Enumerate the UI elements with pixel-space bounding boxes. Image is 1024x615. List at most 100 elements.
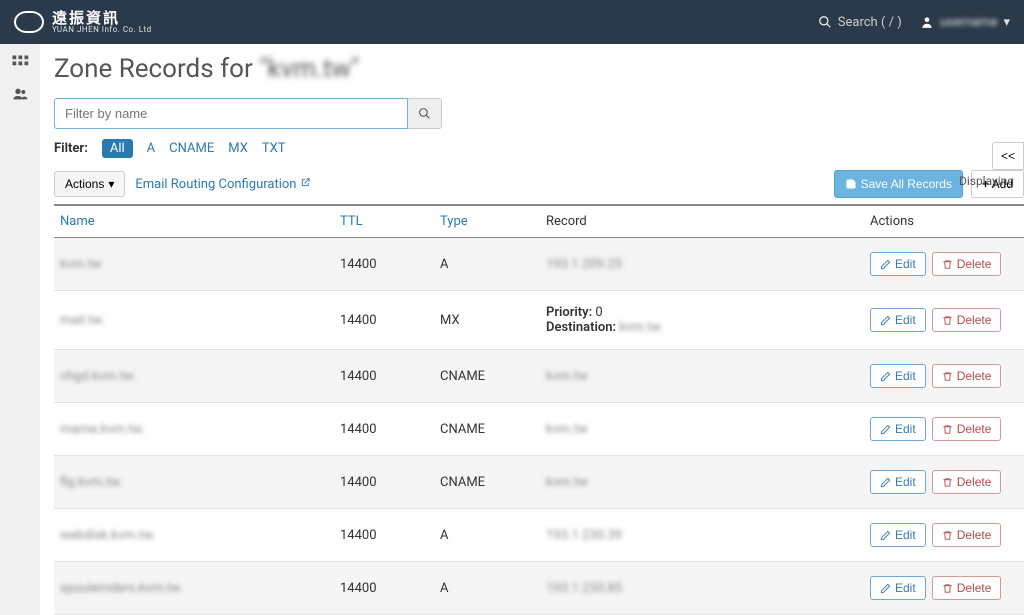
- cell-ttl: 14400: [334, 291, 434, 350]
- edit-button[interactable]: Edit: [870, 417, 926, 441]
- topbar: 遠振資訊 YUAN JHEN Info. Co. Ltd Search ( / …: [0, 0, 1024, 44]
- cell-type: A: [434, 562, 540, 615]
- col-ttl[interactable]: TTL: [334, 205, 434, 238]
- trash-icon: [942, 583, 953, 594]
- brand-logo[interactable]: 遠振資訊 YUAN JHEN Info. Co. Ltd: [14, 11, 152, 34]
- cell-actions: Edit Delete: [864, 403, 1024, 456]
- trash-icon: [942, 424, 953, 435]
- cell-ttl: 14400: [334, 350, 434, 403]
- edit-button[interactable]: Edit: [870, 364, 926, 388]
- tab-a[interactable]: A: [147, 141, 155, 156]
- table-row: mama.kvm.tw.14400CNAMEkvm.tw Edit Delete: [54, 403, 1024, 456]
- search-icon: [818, 15, 832, 29]
- cell-ttl: 14400: [334, 238, 434, 291]
- cell-record: kvm.tw: [540, 456, 864, 509]
- cell-name: spoulemders.kvm.tw.: [54, 562, 334, 615]
- tab-all[interactable]: All: [102, 139, 133, 158]
- cell-type: A: [434, 509, 540, 562]
- filter-search-button[interactable]: [408, 98, 442, 129]
- pencil-icon: [880, 477, 891, 488]
- apps-icon[interactable]: [11, 54, 29, 72]
- page-title: Zone Records for "kvm.tw": [54, 54, 1024, 84]
- tab-txt[interactable]: TXT: [262, 141, 286, 156]
- cell-record: kvm.tw: [540, 403, 864, 456]
- delete-button[interactable]: Delete: [932, 576, 1002, 600]
- trash-icon: [942, 477, 953, 488]
- trash-icon: [942, 315, 953, 326]
- records-table: Name TTL Type Record Actions kvm.tw14400…: [54, 204, 1024, 615]
- edit-button[interactable]: Edit: [870, 308, 926, 332]
- edit-button[interactable]: Edit: [870, 470, 926, 494]
- cell-name: chgd.kvm.tw.: [54, 350, 334, 403]
- users-icon[interactable]: [10, 86, 30, 102]
- col-actions: Actions: [864, 205, 1024, 238]
- table-row: chgd.kvm.tw.14400CNAMEkvm.tw Edit Delete: [54, 350, 1024, 403]
- cell-actions: Edit Delete: [864, 562, 1024, 615]
- delete-button[interactable]: Delete: [932, 252, 1002, 276]
- delete-button[interactable]: Delete: [932, 364, 1002, 388]
- cell-actions: Edit Delete: [864, 509, 1024, 562]
- paging-info: Displaying: [959, 174, 1014, 188]
- pencil-icon: [880, 259, 891, 270]
- cloud-icon: [14, 11, 44, 33]
- cell-type: A: [434, 238, 540, 291]
- zone-name: "kvm.tw": [259, 54, 359, 84]
- cell-name: flg.kvm.tw.: [54, 456, 334, 509]
- delete-button[interactable]: Delete: [932, 308, 1002, 332]
- edit-button[interactable]: Edit: [870, 252, 926, 276]
- table-row: mail.tw.14400MXPriority: 0Destination: k…: [54, 291, 1024, 350]
- edit-button[interactable]: Edit: [870, 576, 926, 600]
- col-record: Record: [540, 205, 864, 238]
- caret-down-icon: ▾: [108, 177, 114, 191]
- filter-label: Filter:: [54, 141, 88, 156]
- cell-type: MX: [434, 291, 540, 350]
- actions-dropdown[interactable]: Actions ▾: [54, 171, 125, 197]
- cell-name: mail.tw.: [54, 291, 334, 350]
- prev-page-button[interactable]: <<: [992, 142, 1024, 170]
- brand-main: 遠振資訊: [52, 11, 152, 26]
- col-type[interactable]: Type: [434, 205, 540, 238]
- col-name[interactable]: Name: [54, 205, 334, 238]
- sidebar: [0, 44, 40, 615]
- delete-button[interactable]: Delete: [932, 523, 1002, 547]
- cell-type: CNAME: [434, 350, 540, 403]
- cell-record: 193.1.230.39: [540, 509, 864, 562]
- cell-actions: Edit Delete: [864, 291, 1024, 350]
- cell-ttl: 14400: [334, 456, 434, 509]
- pencil-icon: [880, 530, 891, 541]
- edit-button[interactable]: Edit: [870, 523, 926, 547]
- cell-type: CNAME: [434, 456, 540, 509]
- external-link-icon: [300, 177, 311, 188]
- cell-ttl: 14400: [334, 403, 434, 456]
- cell-record: 193.1.230.85: [540, 562, 864, 615]
- trash-icon: [942, 259, 953, 270]
- table-row: flg.kvm.tw.14400CNAMEkvm.tw Edit Delete: [54, 456, 1024, 509]
- table-row: spoulemders.kvm.tw.14400A193.1.230.85 Ed…: [54, 562, 1024, 615]
- search-label: Search ( / ): [838, 15, 902, 30]
- save-icon: [845, 178, 857, 190]
- search-icon: [418, 107, 431, 120]
- delete-button[interactable]: Delete: [932, 470, 1002, 494]
- tab-mx[interactable]: MX: [228, 141, 248, 156]
- user-icon: [920, 15, 934, 29]
- cell-type: CNAME: [434, 403, 540, 456]
- save-all-button[interactable]: Save All Records: [834, 170, 963, 198]
- email-routing-link[interactable]: Email Routing Configuration: [135, 177, 310, 192]
- cell-ttl: 14400: [334, 509, 434, 562]
- table-row: webdisk.kvm.tw.14400A193.1.230.39 Edit D…: [54, 509, 1024, 562]
- filter-input[interactable]: [54, 98, 408, 129]
- caret-down-icon: ▾: [1003, 15, 1010, 30]
- user-menu[interactable]: username ▾: [920, 15, 1010, 30]
- cell-name: kvm.tw: [54, 238, 334, 291]
- cell-name: mama.kvm.tw.: [54, 403, 334, 456]
- cell-actions: Edit Delete: [864, 456, 1024, 509]
- delete-button[interactable]: Delete: [932, 417, 1002, 441]
- table-row: kvm.tw14400A193.1.209.25 Edit Delete: [54, 238, 1024, 291]
- cell-ttl: 14400: [334, 562, 434, 615]
- global-search[interactable]: Search ( / ): [818, 15, 902, 30]
- pencil-icon: [880, 315, 891, 326]
- pencil-icon: [880, 583, 891, 594]
- tab-cname[interactable]: CNAME: [169, 141, 214, 156]
- user-name: username: [940, 15, 998, 30]
- trash-icon: [942, 530, 953, 541]
